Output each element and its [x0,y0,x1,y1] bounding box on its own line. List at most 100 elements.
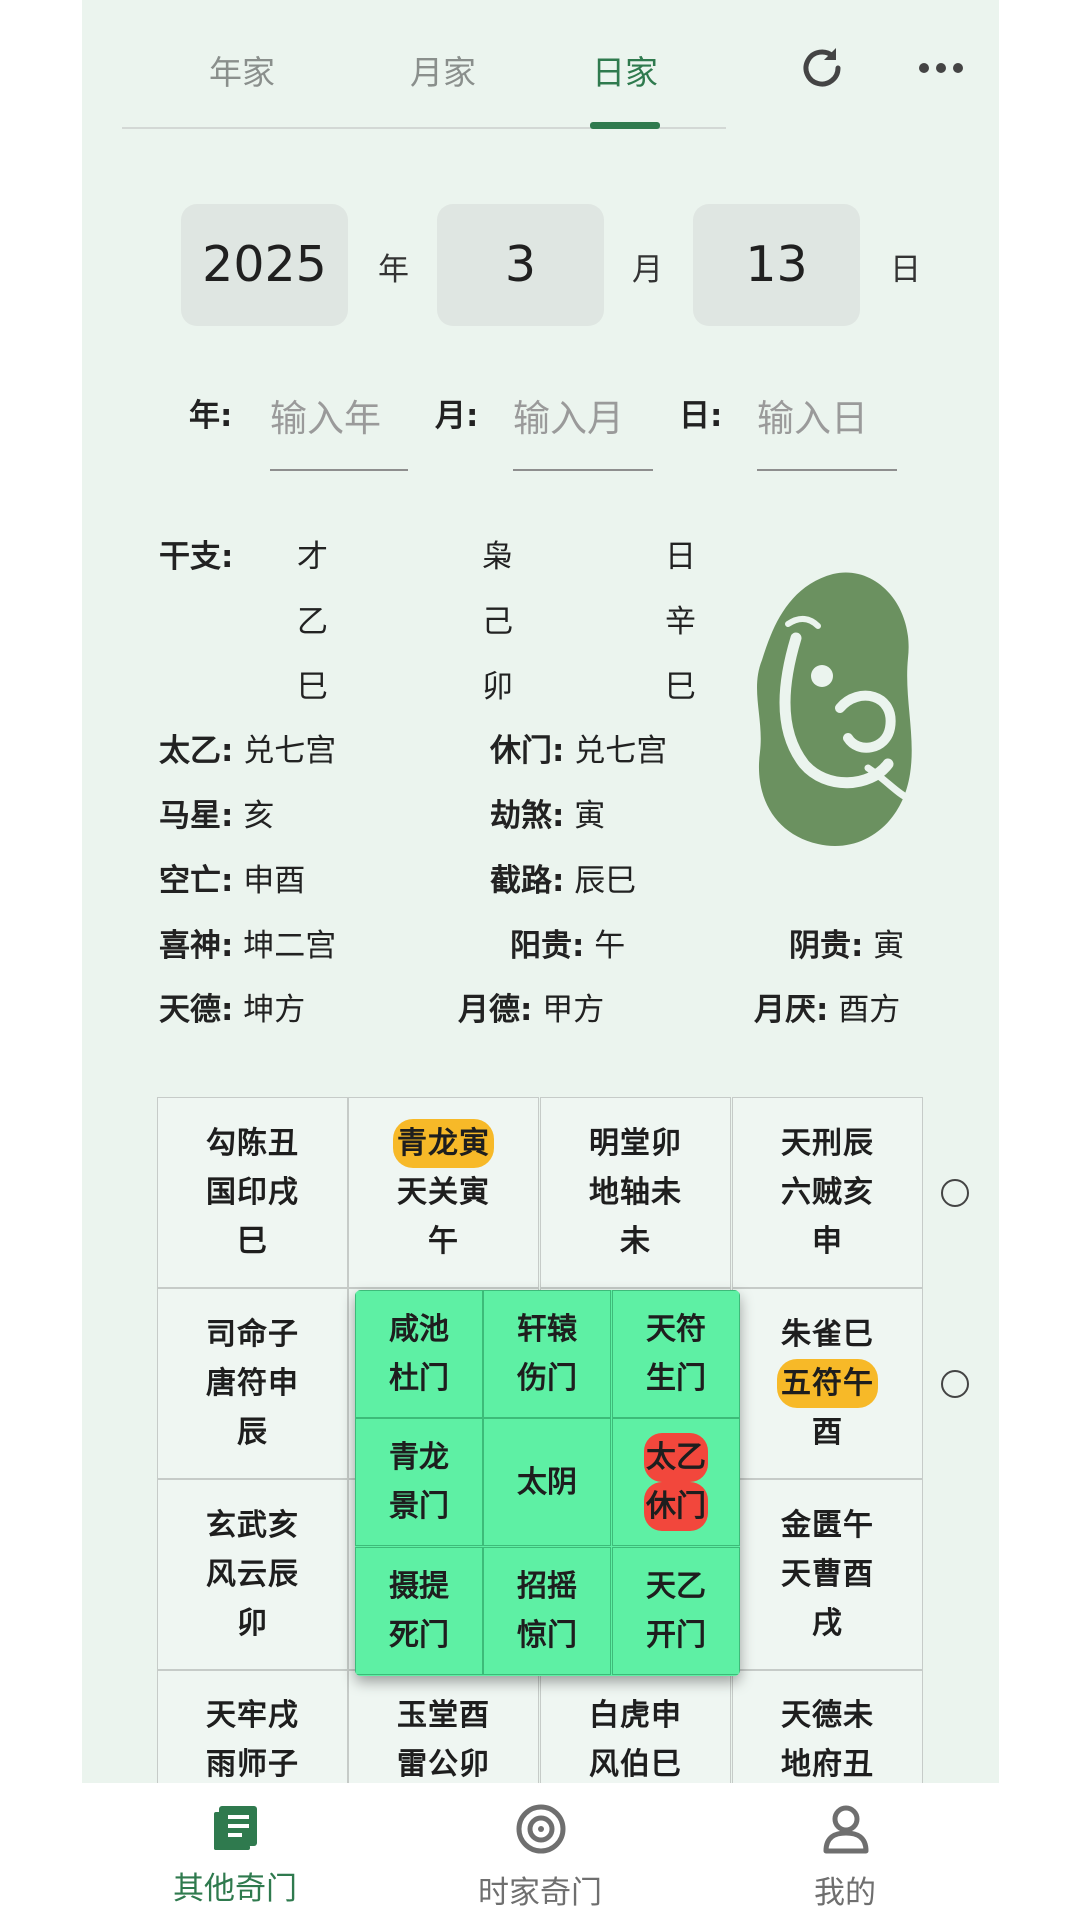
grid-cell[interactable]: 青龙寅 天关寅 午 [348,1097,539,1288]
yueyan-value: 酉方 [838,992,901,1028]
inner-cell-line: 天乙 [646,1569,706,1604]
more-icon[interactable] [918,56,964,80]
day-unit: 日 [890,252,921,288]
refresh-icon[interactable] [798,44,846,92]
inner-cell-center[interactable]: 太阴 [483,1418,611,1546]
grid-cell[interactable]: 金匮午 天曹酉 戌 [732,1479,923,1670]
cell-line: 辰 [237,1415,268,1450]
inner-cell[interactable]: 轩辕 伤门 [483,1290,611,1418]
ganzhi-cell: 巳 [297,669,328,705]
ganzhi-cell: 乙 [297,604,328,640]
tiande-row: 天德: 坤方 [159,984,305,1029]
yingui-label: 阴贵: [789,928,864,964]
row-radio-button[interactable] [941,1179,969,1207]
tiande-value: 坤方 [243,992,306,1028]
cell-line: 巳 [237,1224,268,1259]
year-display[interactable]: 2025 [181,204,348,326]
inner-cell[interactable]: 招摇 惊门 [483,1547,611,1675]
yuede-label: 月德: [458,992,533,1028]
cell-line: 风云辰 [206,1557,299,1592]
tiande-label: 天德: [159,992,234,1028]
inner-cell-line: 轩辕 [517,1312,577,1347]
cell-line: 天牢戌 [206,1698,299,1733]
grid-cell[interactable]: 天刑辰 六贼亥 申 [732,1097,923,1288]
tab-year[interactable]: 年家 [182,46,302,94]
xiumen-value: 兑七宫 [574,733,668,769]
cell-line: 唐符申 [206,1366,299,1401]
inner-cell[interactable]: 摄提 死门 [355,1547,483,1675]
month-unit: 月 [632,252,663,288]
ganzhi-cell: 枭 [482,539,513,575]
cell-line: 玄武亥 [206,1508,299,1543]
xiumen-row: 休门: 兑七宫 [490,725,667,770]
nav-item-shijia-qimen[interactable]: 时家奇门 [440,1783,640,1920]
seal-logo-icon [757,572,912,847]
grid-cell[interactable]: 司命子 唐符申 辰 [157,1288,348,1479]
cell-line: 六贼亥 [781,1175,874,1210]
nav-label: 其他奇门 [173,1871,297,1907]
jiesha-value: 寅 [574,798,606,834]
cell-line: 午 [428,1224,459,1259]
bottom-nav: 其他奇门 时家奇门 我的 [82,1783,999,1920]
inner-cell[interactable]: 太乙 休门 [612,1418,740,1546]
grid-cell[interactable]: 朱雀巳 五符午 酉 [732,1288,923,1479]
cell-line: 酉 [812,1415,843,1450]
yingui-row: 阴贵: 寅 [789,920,904,965]
cell-line: 白虎申 [589,1698,682,1733]
ganzhi-label: 干支: [159,539,234,575]
xishen-label: 喜神: [159,928,234,964]
inner-cell-line: 青龙 [389,1440,449,1475]
cell-line-highlighted: 青龙寅 [393,1119,494,1168]
nav-label: 我的 [814,1875,876,1911]
month-input-label: 月: [435,398,479,434]
month-display[interactable]: 3 [437,204,604,326]
grid-cell[interactable]: 勾陈丑 国印戌 巳 [157,1097,348,1288]
taiyi-row: 太乙: 兑七宫 [159,725,336,770]
tab-day[interactable]: 日家 [565,46,685,94]
month-input[interactable]: 输入月 [513,388,624,442]
day-input[interactable]: 输入日 [757,388,868,442]
cell-line: 天关寅 [397,1175,490,1210]
day-display[interactable]: 13 [693,204,860,326]
cell-line: 雨师子 [206,1747,299,1782]
yuede-row: 月德: 甲方 [458,984,604,1029]
ganzhi-cell: 己 [482,604,513,640]
ganzhi-cell: 才 [297,539,328,575]
inner-cell[interactable]: 天符 生门 [612,1290,740,1418]
nav-label: 时家奇门 [478,1875,602,1911]
row-radio-button[interactable] [941,1370,969,1398]
cell-line: 风伯巳 [589,1747,682,1782]
inner-cell-line: 天符 [646,1312,706,1347]
grid-cell[interactable]: 玄武亥 风云辰 卯 [157,1479,348,1670]
inner-cell[interactable]: 咸池 杜门 [355,1290,483,1418]
cell-line: 明堂卯 [589,1126,682,1161]
inner-cell-line-highlighted: 休门 [644,1482,708,1531]
jielu-value: 辰巳 [574,863,637,899]
kongwang-row: 空亡: 申酉 [159,855,305,900]
nav-item-me[interactable]: 我的 [745,1783,945,1920]
month-input-underline [513,469,653,471]
year-input[interactable]: 输入年 [270,388,381,442]
inner-cell-line: 开门 [646,1618,706,1653]
cell-line-highlighted: 五符午 [777,1359,878,1408]
person-icon [823,1805,869,1854]
inner-cell[interactable]: 天乙 开门 [612,1547,740,1675]
tab-month[interactable]: 月家 [383,46,503,94]
inner-cell[interactable]: 青龙 景门 [355,1418,483,1546]
nav-item-other-qimen[interactable]: 其他奇门 [135,1783,335,1920]
inner-cell-line: 死门 [389,1618,449,1653]
cell-line: 司命子 [206,1317,299,1352]
yuede-value: 甲方 [542,992,605,1028]
cell-line: 雷公卯 [397,1747,490,1782]
yanggui-label: 阳贵: [510,928,585,964]
inner-palace-grid: 咸池 杜门 轩辕 伤门 天符 生门 青龙 景门 太阴 太乙 休门 摄提 死门 招… [355,1290,740,1676]
jiesha-label: 劫煞: [490,798,565,834]
grid-cell[interactable]: 明堂卯 地轴未 未 [540,1097,731,1288]
cell-line: 勾陈丑 [206,1126,299,1161]
taiyi-label: 太乙: [159,733,234,769]
app-screen: 年家 月家 日家 2025 年 3 月 13 日 年: 输入年 月: 输入月 日… [82,0,999,1920]
cell-line: 玉堂酉 [397,1698,490,1733]
inner-cell-line: 杜门 [389,1361,449,1396]
year-input-underline [270,469,408,471]
cell-line: 朱雀巳 [781,1317,874,1352]
